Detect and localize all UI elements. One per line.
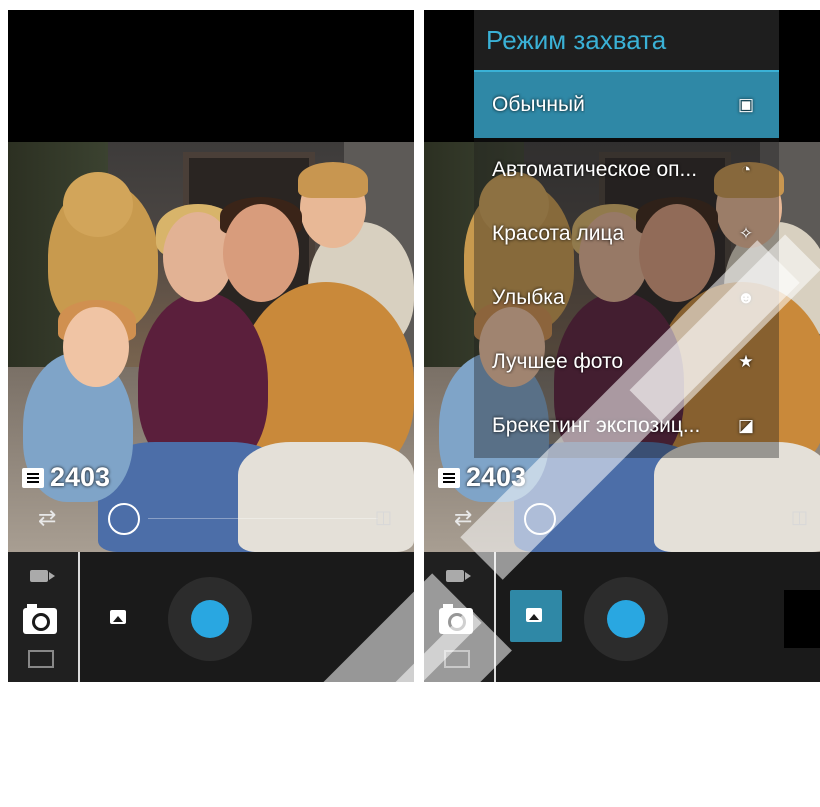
flip-icon[interactable]: ◫ — [791, 507, 808, 528]
shutter-icon — [607, 600, 645, 638]
star-icon: ★ — [738, 352, 754, 371]
remaining-shots-counter: 2403 — [22, 462, 110, 493]
shutter-button[interactable] — [584, 577, 668, 661]
menu-item-label: Автоматическое оп... — [492, 158, 698, 181]
man-trousers — [238, 442, 414, 552]
remaining-shots-value: 2403 — [50, 462, 111, 492]
memory-card-icon — [438, 467, 460, 488]
face-beauty-icon: ✧ — [738, 224, 754, 243]
gallery-icon — [526, 608, 542, 622]
shutter-button[interactable] — [168, 577, 252, 661]
divider — [78, 552, 80, 682]
girl-face — [63, 307, 129, 387]
capture-mode-button[interactable] — [510, 590, 562, 642]
exposure-icon: ◪ — [737, 416, 755, 435]
man-face — [223, 204, 299, 302]
shutter-icon — [191, 600, 229, 638]
picture-icon: ▣ — [737, 95, 755, 114]
scene-detect-icon: ◔ — [740, 160, 752, 179]
camera-screen-left: 2403 ⇄ ◫ — [8, 10, 414, 682]
menu-item-normal[interactable]: Обычный ▣ — [474, 72, 779, 138]
photo-camera-icon[interactable] — [23, 604, 57, 634]
gallery-icon — [110, 610, 126, 624]
menu-item-label: Улыбка — [492, 286, 565, 309]
boy-hair — [298, 162, 368, 198]
video-camera-icon[interactable] — [30, 570, 55, 582]
menu-item-auto-scene[interactable]: Автоматическое оп... ◔ — [474, 138, 779, 202]
menu-item-label: Обычный — [492, 93, 585, 116]
zoom-track[interactable] — [148, 518, 378, 519]
menu-item-label: Красота лица — [492, 222, 625, 245]
capture-mode-button[interactable] — [104, 604, 132, 632]
focus-ring-icon[interactable] — [108, 503, 140, 535]
switch-camera-icon[interactable]: ⇄ — [38, 506, 56, 531]
panorama-icon[interactable] — [28, 650, 54, 668]
last-photo-thumbnail[interactable] — [784, 590, 820, 648]
flip-icon[interactable]: ◫ — [375, 507, 392, 528]
menu-item-label: Лучшее фото — [492, 350, 624, 373]
memory-card-icon — [22, 467, 44, 488]
camera-screen-right: Режим захвата Обычный ▣ Автоматическое о… — [424, 10, 820, 682]
mode-switcher — [8, 552, 78, 682]
dog-head — [63, 172, 133, 237]
viewfinder-top-bar — [8, 10, 414, 142]
capture-mode-menu-title: Режим захвата — [474, 10, 779, 72]
menu-item-face-beauty[interactable]: Красота лица ✧ — [474, 202, 779, 266]
video-camera-icon[interactable] — [446, 570, 471, 582]
